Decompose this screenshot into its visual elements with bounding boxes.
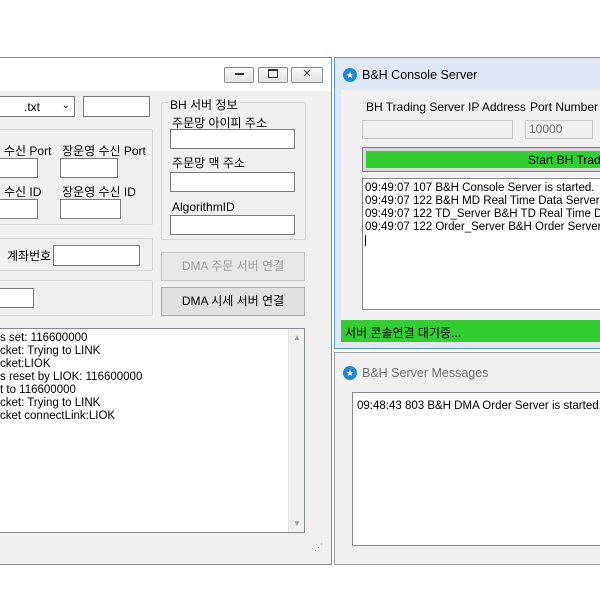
messages-window-title: B&H Server Messages <box>362 366 489 380</box>
console-status-bar: 서버 콘솔연결 대기중... <box>341 320 600 342</box>
console-log[interactable]: 09:49:07 107 B&H Console Server is start… <box>362 178 600 310</box>
console-log-line: 09:49:07 107 B&H Console Server is start… <box>365 182 595 194</box>
console-log-line: 09:49:07 122 TD_Server B&H TD Real Time … <box>365 208 600 220</box>
recv-id-label: 수신 ID <box>4 185 42 199</box>
close-button[interactable]: ✕ <box>291 67 323 83</box>
ext-recv-id-input[interactable] <box>60 199 121 219</box>
console-log-line: 09:49:07 122 Order_Server B&H Order Serv… <box>365 221 600 233</box>
restore-icon <box>268 68 278 78</box>
console-log-line: 09:49:07 122 B&H MD Real Time Data Serve… <box>365 195 600 207</box>
console-status-text: 서버 콘솔연결 대기중... <box>345 326 462 340</box>
file-combo-value: .txt <box>24 100 41 114</box>
bh-server-group-title: BH 서버 정보 <box>168 96 240 113</box>
dma-market-connect-button[interactable]: DMA 시세 서버 연결 <box>161 287 305 316</box>
recv-id-input[interactable] <box>0 199 38 219</box>
log-line: s reset by LIOK: 116600000 <box>0 371 143 383</box>
console-window-title: B&H Console Server <box>362 68 478 82</box>
scroll-up-icon: ▲ <box>293 333 301 342</box>
messages-log[interactable]: 09:48:43 803 B&H DMA Order Server is sta… <box>352 392 600 546</box>
recv-port-label: 수신 Port <box>4 144 52 158</box>
file-combo[interactable]: .txt ⌄ <box>0 96 75 117</box>
log-line: cket: Trying to LINK <box>0 345 101 357</box>
algorithm-id-input[interactable] <box>170 215 295 235</box>
main-log[interactable]: s set: 116600000 cket: Trying to LINK ck… <box>0 328 305 533</box>
chevron-down-icon: ⌄ <box>61 100 70 111</box>
log-line: cket connectLink:LIOK <box>0 410 116 422</box>
log-line: t to 116600000 <box>0 384 76 396</box>
algorithm-id-label: AlgorithmID <box>172 200 235 214</box>
ext-recv-id-label: 장운영 수신 ID <box>62 185 136 199</box>
port-number-input[interactable]: 10000 <box>525 120 593 139</box>
main-log-scrollbar[interactable]: ▲ ▼ <box>288 329 304 532</box>
extra-input[interactable] <box>0 288 34 308</box>
ip-address-label: BH Trading Server IP Address <box>366 100 526 114</box>
account-label: 계좌번호 <box>7 249 52 263</box>
ip-address-input[interactable] <box>362 120 513 139</box>
ext-recv-port-label: 장운영 수신 Port <box>62 144 146 158</box>
log-line: cket: Trying to LINK <box>0 397 101 409</box>
messages-log-line: 09:48:43 803 B&H DMA Order Server is sta… <box>357 400 600 412</box>
log-line: s set: 116600000 <box>0 332 88 344</box>
port-number-label: Port Number <box>530 100 599 114</box>
app-icon: ★ <box>343 68 357 82</box>
close-icon: ✕ <box>302 68 312 80</box>
restore-button[interactable] <box>258 67 288 83</box>
combo-side-input[interactable] <box>83 96 150 117</box>
app-icon: ★ <box>343 366 357 380</box>
account-input[interactable] <box>53 245 140 266</box>
dma-order-connect-button[interactable]: DMA 주문 서버 연결 <box>161 252 305 281</box>
log-line: cket:LIOK <box>0 358 51 370</box>
resize-grip-icon[interactable]: ⋰ <box>314 542 323 553</box>
text-cursor <box>365 235 366 246</box>
scroll-down-icon: ▼ <box>293 519 301 528</box>
recv-port-input[interactable] <box>0 158 38 178</box>
ext-recv-port-input[interactable] <box>60 158 118 178</box>
order-mac-input[interactable] <box>170 172 295 192</box>
minimize-icon <box>234 73 244 76</box>
start-trading-label: Start BH Trading <box>528 153 600 167</box>
order-mac-label: 주문망 맥 주소 <box>172 156 245 170</box>
start-trading-button[interactable]: Start BH Trading <box>362 147 600 172</box>
order-ip-input[interactable] <box>170 129 295 149</box>
minimize-button[interactable] <box>224 67 254 83</box>
